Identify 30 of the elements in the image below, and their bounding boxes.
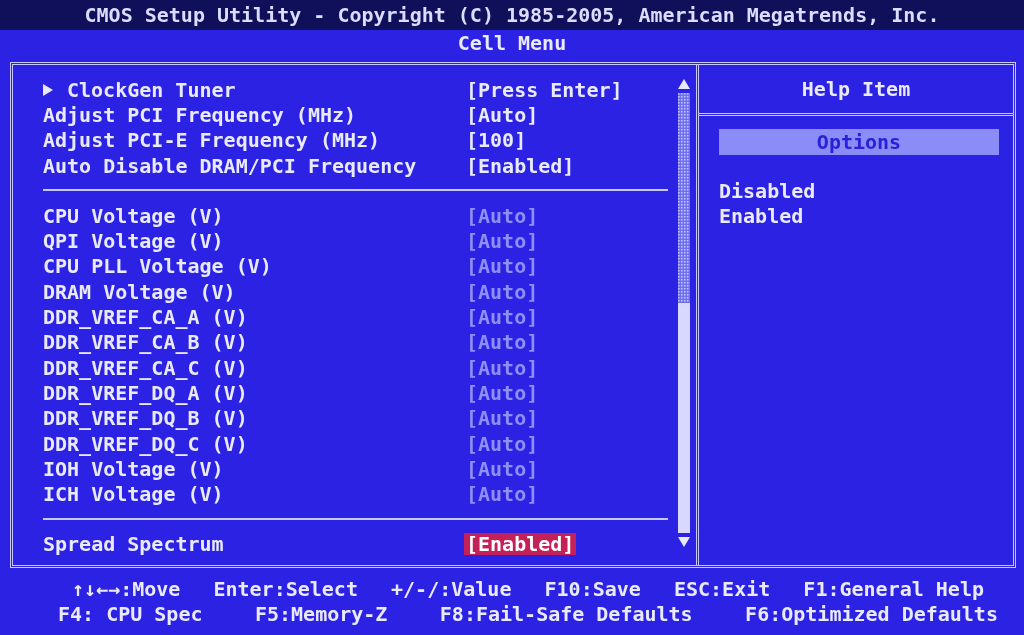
setting-label[interactable]: Adjust PCI-E Frequency (MHz) [43, 128, 381, 153]
setting-label[interactable]: Adjust PCI Frequency (MHz) [43, 102, 357, 127]
key-hint: ESC:Exit [673, 577, 771, 601]
key-hint: +/-/:Value [391, 577, 512, 601]
key-hint: Enter:Select [213, 577, 358, 601]
scrollbar-drawing[interactable] [678, 93, 690, 533]
scroll-down-icon[interactable] [678, 537, 690, 547]
key-hint: F5:Memory-Z [254, 602, 388, 626]
key-hint: F4: CPU Spec [58, 602, 203, 626]
utility-title: CMOS Setup Utility - Copyright (C) 1985-2005, American Megatrends, Inc. [84, 3, 940, 27]
setting-label[interactable]: ClockGen Tuner [67, 77, 236, 102]
menu-title: Cell Menu [457, 31, 567, 55]
setting-label[interactable]: Auto Disable DRAM/PCI Frequency [43, 153, 417, 178]
setting-value[interactable]: [Enabled] [464, 154, 577, 177]
key-hint: F1:General Help [803, 577, 984, 601]
option-text: Disabled [719, 179, 817, 204]
key-hint: F10:Save [544, 577, 641, 601]
setting-value[interactable]: [Auto] [464, 103, 541, 126]
scroll-up-icon[interactable] [678, 79, 690, 89]
options-header: Options [719, 129, 999, 155]
help-title: Help Item [801, 77, 911, 101]
key-hint: F8:Fail-Safe Defaults [439, 602, 693, 626]
triangle-icon [43, 83, 53, 96]
option-text: Enabled [719, 204, 805, 229]
setting-value[interactable]: [100] [464, 129, 529, 152]
key-hint: F6:Optimized Defaults [745, 602, 998, 626]
key-hint: ↑↓←→:Move [72, 577, 181, 601]
setting-label[interactable]: Spread Spectrum [43, 532, 224, 557]
setting-value[interactable]: [Press Enter] [464, 78, 625, 101]
setting-value[interactable]: [Enabled] [464, 533, 577, 556]
